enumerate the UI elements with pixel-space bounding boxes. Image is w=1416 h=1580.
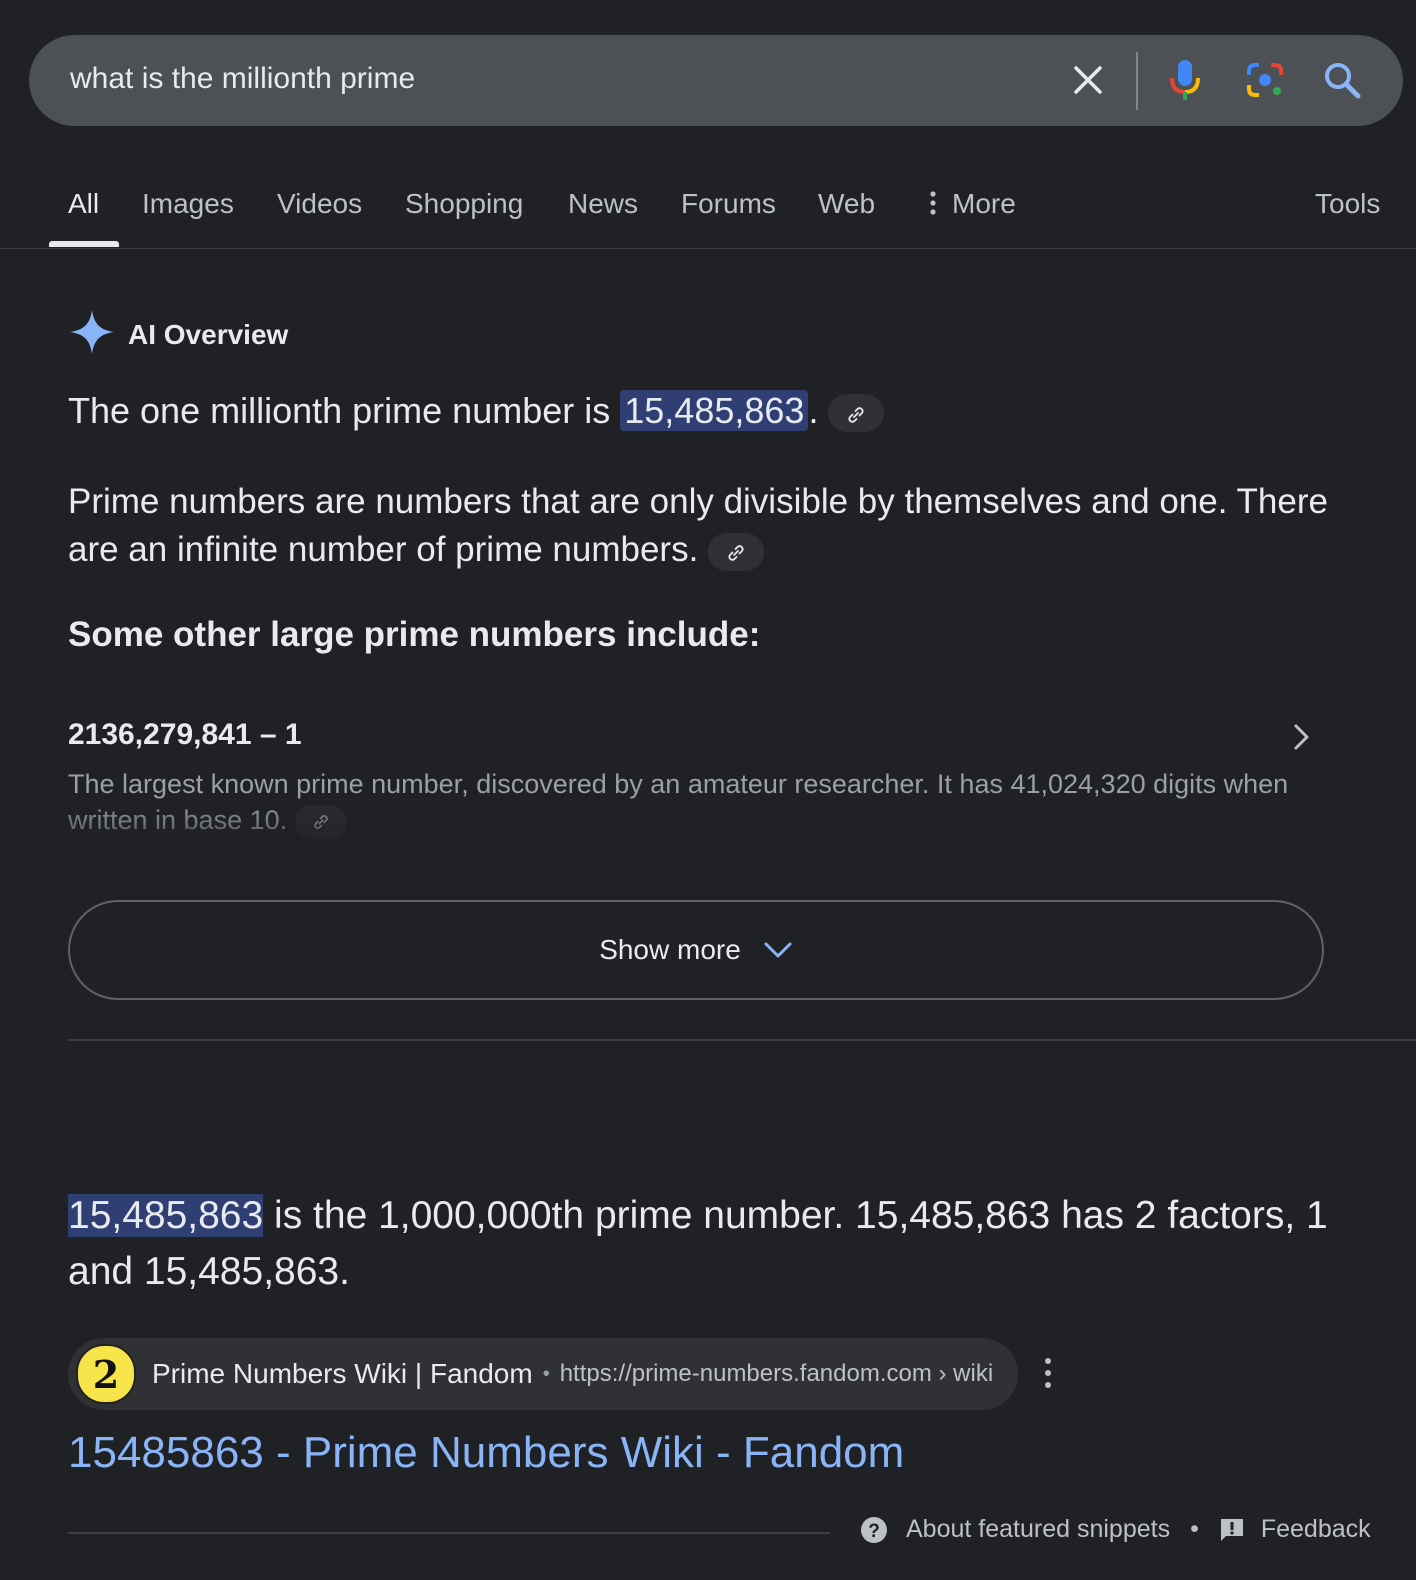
tab-more[interactable]: More bbox=[930, 188, 1016, 222]
feedback-link[interactable]: Feedback bbox=[1261, 1515, 1371, 1544]
tab-forums[interactable]: Forums bbox=[681, 188, 776, 220]
featured-snippet: 15,485,863 is the 1,000,000th prime numb… bbox=[68, 1188, 1378, 1300]
link-icon bbox=[726, 528, 746, 576]
tab-news[interactable]: News bbox=[568, 188, 638, 220]
tools-button[interactable]: Tools bbox=[1315, 188, 1380, 220]
prime-item-title[interactable]: 2136,279,841 – 1 bbox=[68, 718, 302, 752]
chevron-down-icon bbox=[763, 940, 793, 960]
ai-subheading: Some other large prime numbers include: bbox=[68, 615, 761, 654]
tab-images[interactable]: Images bbox=[142, 188, 234, 220]
source-separator-dot: • bbox=[542, 1362, 550, 1385]
result-title-link[interactable]: 15485863 - Prime Numbers Wiki - Fandom bbox=[68, 1428, 904, 1478]
ai-paragraph: Prime numbers are numbers that are only … bbox=[68, 478, 1368, 574]
tab-more-label: More bbox=[952, 188, 1016, 219]
about-featured-snippets-link[interactable]: About featured snippets bbox=[906, 1515, 1170, 1544]
help-icon[interactable]: ? bbox=[860, 1516, 888, 1544]
clear-icon[interactable] bbox=[1063, 55, 1113, 105]
show-more-button[interactable]: Show more bbox=[68, 900, 1324, 1000]
source-link-chip[interactable] bbox=[708, 532, 765, 571]
sparkle-icon bbox=[70, 310, 114, 359]
tab-shopping[interactable]: Shopping bbox=[405, 188, 523, 220]
chevron-right-icon[interactable] bbox=[1288, 722, 1314, 757]
footer-separator: • bbox=[1190, 1515, 1199, 1543]
snippet-footer: ? About featured snippets • Feedback bbox=[860, 1515, 1371, 1544]
search-divider bbox=[1136, 52, 1138, 110]
site-favicon: 2 bbox=[76, 1344, 136, 1404]
section-divider bbox=[68, 1039, 1416, 1041]
source-attribution[interactable]: 2 Prime Numbers Wiki | Fandom • https://… bbox=[68, 1338, 1018, 1410]
lens-camera-icon[interactable] bbox=[1240, 55, 1290, 105]
footer-divider bbox=[68, 1532, 830, 1534]
feedback-icon[interactable] bbox=[1219, 1517, 1245, 1543]
ai-overview-header: AI Overview bbox=[70, 310, 288, 359]
ai-overview-title: AI Overview bbox=[128, 318, 289, 350]
source-name: Prime Numbers Wiki | Fandom bbox=[152, 1358, 533, 1389]
tab-all[interactable]: All bbox=[68, 188, 99, 220]
active-tab-indicator bbox=[49, 241, 119, 247]
search-icon[interactable] bbox=[1317, 55, 1367, 105]
tab-videos[interactable]: Videos bbox=[277, 188, 362, 220]
snippet-highlight: 15,485,863 bbox=[68, 1194, 264, 1237]
search-tabs: All Images Videos Shopping News Forums W… bbox=[0, 160, 1416, 249]
search-bar[interactable]: what is the millionth prime bbox=[29, 35, 1403, 126]
link-icon bbox=[846, 392, 866, 434]
microphone-icon[interactable] bbox=[1160, 55, 1210, 105]
source-url: https://prime-numbers.fandom.com › wiki bbox=[559, 1360, 994, 1387]
more-vertical-icon bbox=[930, 190, 936, 222]
ai-answer-value: 15,485,863 bbox=[620, 390, 809, 431]
ai-answer: The one millionth prime number is 15,485… bbox=[68, 390, 885, 434]
source-link-chip[interactable] bbox=[828, 392, 885, 434]
tab-web[interactable]: Web bbox=[818, 188, 875, 220]
ai-answer-suffix: . bbox=[808, 390, 819, 431]
ai-paragraph-text: Prime numbers are numbers that are only … bbox=[68, 482, 1328, 569]
content-fade bbox=[0, 800, 1416, 850]
ai-answer-prefix: The one millionth prime number is bbox=[68, 390, 611, 431]
show-more-label: Show more bbox=[599, 934, 741, 965]
more-options-icon[interactable] bbox=[1036, 1356, 1060, 1395]
search-input[interactable]: what is the millionth prime bbox=[70, 62, 415, 96]
svg-text:?: ? bbox=[868, 1521, 880, 1542]
